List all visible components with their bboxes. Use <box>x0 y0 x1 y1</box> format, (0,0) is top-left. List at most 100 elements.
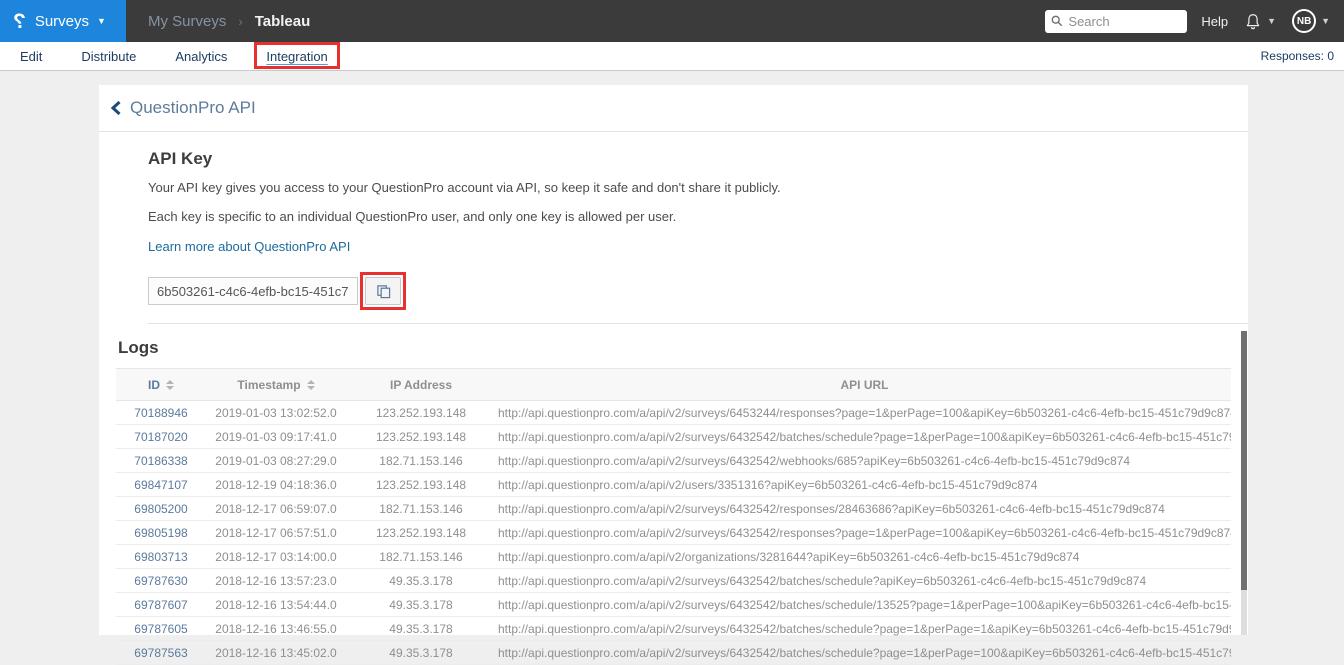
logs-heading: Logs <box>118 338 159 357</box>
log-ip-cell: 123.252.193.148 <box>346 472 496 497</box>
tab-distribute[interactable]: Distribute <box>75 42 142 70</box>
log-timestamp-cell: 2018-12-16 13:46:55.0 <box>206 616 346 641</box>
log-ip-cell: 49.35.3.178 <box>346 640 496 665</box>
log-url-cell: http://api.questionpro.com/a/api/v2/surv… <box>496 496 1231 521</box>
log-url-cell: http://api.questionpro.com/a/api/v2/surv… <box>496 424 1231 449</box>
log-url-cell: http://api.questionpro.com/a/api/v2/surv… <box>496 592 1231 617</box>
page-title: QuestionPro API <box>130 98 256 117</box>
sort-icon[interactable] <box>166 379 174 390</box>
log-url-cell: http://api.questionpro.com/a/api/v2/orga… <box>496 544 1231 569</box>
tab-analytics[interactable]: Analytics <box>169 42 233 70</box>
chevron-down-icon: ▼ <box>97 15 106 26</box>
logs-table: ID Timestamp IP Address API URL 70188946… <box>116 368 1231 665</box>
log-ip-cell: 49.35.3.178 <box>346 568 496 593</box>
log-table-row: 69803713 2018-12-17 03:14:00.0 182.71.15… <box>116 544 1231 569</box>
breadcrumb: My Surveys › Tableau <box>148 13 310 30</box>
chevron-down-icon: ▼ <box>1267 15 1277 26</box>
product-menu[interactable]: ? Surveys ▼ <box>0 0 126 42</box>
log-timestamp-cell: 2018-12-17 06:57:51.0 <box>206 520 346 545</box>
log-url-cell: http://api.questionpro.com/a/api/v2/surv… <box>496 400 1231 425</box>
api-key-heading: API Key <box>148 149 213 168</box>
vertical-scrollbar-thumb[interactable] <box>1241 331 1247 590</box>
tab-edit[interactable]: Edit <box>14 42 48 70</box>
log-timestamp-cell: 2019-01-03 13:02:52.0 <box>206 400 346 425</box>
log-ip-cell: 123.252.193.148 <box>346 424 496 449</box>
log-id-cell: 69787630 <box>116 568 206 593</box>
log-table-row: 69787605 2018-12-16 13:46:55.0 49.35.3.1… <box>116 616 1231 641</box>
questionpro-logo-icon: ? <box>13 9 26 33</box>
column-header-ip-address: IP Address <box>346 368 496 401</box>
log-url-cell: http://api.questionpro.com/a/api/v2/user… <box>496 472 1231 497</box>
logs-section: Logs ID Timestamp IP Address API URL 701… <box>99 324 1248 665</box>
log-ip-cell: 123.252.193.148 <box>346 400 496 425</box>
log-timestamp-cell: 2018-12-16 13:57:23.0 <box>206 568 346 593</box>
search-box[interactable] <box>1045 9 1188 33</box>
log-id-cell: 69805198 <box>116 520 206 545</box>
log-timestamp-cell: 2019-01-03 08:27:29.0 <box>206 448 346 473</box>
log-url-cell: http://api.questionpro.com/a/api/v2/surv… <box>496 640 1231 665</box>
api-key-description-2: Each key is specific to an individual Qu… <box>148 209 677 224</box>
column-header-timestamp: Timestamp <box>206 368 346 401</box>
copy-api-key-button[interactable] <box>365 277 401 305</box>
help-link[interactable]: Help <box>1201 14 1228 29</box>
avatar: NB <box>1292 9 1317 33</box>
chevron-down-icon: ▼ <box>1321 15 1330 26</box>
log-ip-cell: 182.71.153.146 <box>346 448 496 473</box>
log-url-cell: http://api.questionpro.com/a/api/v2/surv… <box>496 616 1231 641</box>
api-key-section: API Key Your API key gives you access to… <box>99 132 1248 324</box>
column-header-id: ID <box>116 368 206 401</box>
bell-icon <box>1246 13 1260 29</box>
log-id-cell: 70187020 <box>116 424 206 449</box>
api-key-description-1: Your API key gives you access to your Qu… <box>148 180 781 195</box>
search-icon <box>1052 15 1063 27</box>
survey-tabbar: Edit Distribute Analytics Integration Re… <box>0 42 1344 71</box>
account-menu[interactable]: NB ▼ <box>1292 9 1330 33</box>
log-id-cell: 69805200 <box>116 496 206 521</box>
breadcrumb-my-surveys[interactable]: My Surveys <box>148 13 226 30</box>
log-id-cell: 69803713 <box>116 544 206 569</box>
log-id-cell: 69787605 <box>116 616 206 641</box>
copy-icon <box>376 284 390 298</box>
product-menu-label: Surveys <box>34 12 90 30</box>
log-timestamp-cell: 2018-12-16 13:45:02.0 <box>206 640 346 665</box>
log-timestamp-cell: 2018-12-19 04:18:36.0 <box>206 472 346 497</box>
log-table-row: 70188946 2019-01-03 13:02:52.0 123.252.1… <box>116 400 1231 425</box>
log-ip-cell: 49.35.3.178 <box>346 616 496 641</box>
logs-table-header-row: ID Timestamp IP Address API URL <box>116 368 1231 401</box>
api-key-input[interactable] <box>148 277 358 305</box>
chevron-left-icon <box>110 101 121 115</box>
log-timestamp-cell: 2018-12-16 13:54:44.0 <box>206 592 346 617</box>
back-to-questionpro-api[interactable]: QuestionPro API <box>99 85 1248 132</box>
notifications-menu[interactable]: ▼ <box>1244 12 1276 31</box>
log-table-row: 69805198 2018-12-17 06:57:51.0 123.252.1… <box>116 520 1231 545</box>
log-table-row: 69805200 2018-12-17 06:59:07.0 182.71.15… <box>116 496 1231 521</box>
log-table-row: 69847107 2018-12-19 04:18:36.0 123.252.1… <box>116 472 1231 497</box>
annotation-box-copy-button <box>360 272 406 310</box>
sort-icon[interactable] <box>306 379 315 390</box>
log-url-cell: http://api.questionpro.com/a/api/v2/surv… <box>496 568 1231 593</box>
breadcrumb-separator-icon: › <box>238 13 243 29</box>
log-id-cell: 69847107 <box>116 472 206 497</box>
log-timestamp-cell: 2018-12-17 06:59:07.0 <box>206 496 346 521</box>
content-panel: QuestionPro API API Key Your API key giv… <box>99 85 1248 665</box>
log-ip-cell: 49.35.3.178 <box>346 592 496 617</box>
log-id-cell: 69787563 <box>116 640 206 665</box>
log-table-row: 70186338 2019-01-03 08:27:29.0 182.71.15… <box>116 448 1231 473</box>
breadcrumb-current-survey: Tableau <box>254 12 311 30</box>
top-navbar: ? Surveys ▼ My Surveys › Tableau Help ▼ … <box>0 0 1344 42</box>
vertical-scrollbar-track[interactable] <box>1241 331 1247 635</box>
log-table-row: 69787563 2018-12-16 13:45:02.0 49.35.3.1… <box>116 640 1231 665</box>
log-table-row: 69787607 2018-12-16 13:54:44.0 49.35.3.1… <box>116 592 1231 617</box>
log-id-cell: 69787607 <box>116 592 206 617</box>
log-id-cell: 70186338 <box>116 448 206 473</box>
search-input[interactable] <box>1068 13 1182 29</box>
log-timestamp-cell: 2019-01-03 09:17:41.0 <box>206 424 346 449</box>
log-table-row: 69787630 2018-12-16 13:57:23.0 49.35.3.1… <box>116 568 1231 593</box>
learn-more-link[interactable]: Learn more about QuestionPro API <box>148 239 350 254</box>
log-id-cell: 70188946 <box>116 400 206 425</box>
column-header-api-url: API URL <box>496 368 1231 401</box>
log-url-cell: http://api.questionpro.com/a/api/v2/surv… <box>496 448 1231 473</box>
tab-integration[interactable]: Integration <box>254 42 340 70</box>
log-timestamp-cell: 2018-12-17 03:14:00.0 <box>206 544 346 569</box>
log-ip-cell: 182.71.153.146 <box>346 544 496 569</box>
